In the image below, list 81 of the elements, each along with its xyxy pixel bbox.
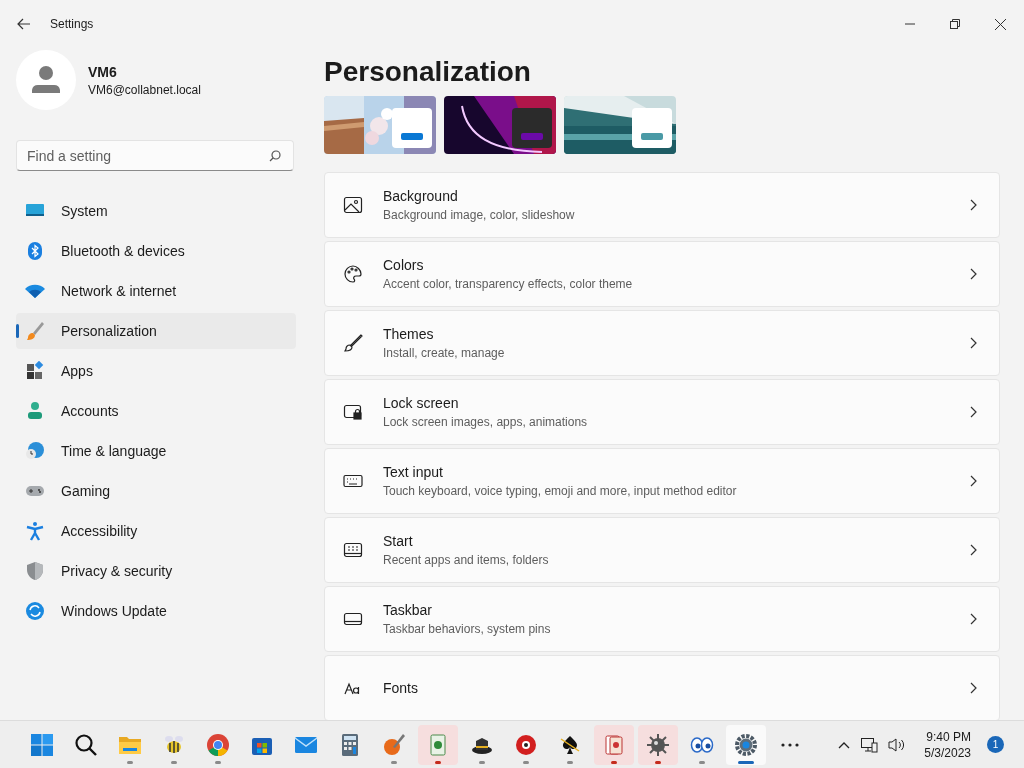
network-icon[interactable] — [860, 736, 879, 753]
avatar-icon — [16, 50, 76, 110]
settings-card[interactable]: Colors Accent color, transparency effects, color theme — [324, 241, 1000, 307]
person-icon — [25, 401, 45, 421]
chevron-icon — [970, 475, 977, 487]
clock-globe-icon — [25, 441, 45, 461]
user-email: VM6@collabnet.local — [88, 82, 201, 97]
nav-item[interactable]: Bluetooth & devices — [16, 233, 296, 269]
browser-icon — [206, 732, 230, 757]
taskbar-button[interactable] — [638, 724, 678, 765]
nav-item[interactable]: Privacy & security — [16, 553, 296, 589]
chevron-icon — [970, 682, 977, 694]
notification-badge[interactable]: 1 — [987, 736, 1004, 753]
taskbar-button[interactable] — [726, 724, 766, 765]
settings-card[interactable]: Start Recent apps and items, folders — [324, 517, 1000, 583]
palette-icon — [343, 264, 363, 284]
nav-item[interactable]: Accounts — [16, 393, 296, 429]
search-field[interactable]: Find a setting — [16, 140, 294, 171]
card-description: Install, create, manage — [383, 346, 506, 360]
mine-icon — [646, 732, 670, 757]
card-description: Recent apps and items, folders — [383, 553, 550, 567]
restore-icon[interactable] — [950, 19, 960, 29]
paintbrush-icon — [382, 732, 406, 757]
volume-icon[interactable] — [888, 736, 907, 753]
paintbrush-icon — [25, 321, 45, 341]
ball-icon — [514, 732, 538, 757]
user-name: VM6 — [88, 63, 118, 80]
chevron-icon — [970, 337, 977, 349]
accessibility-icon — [25, 521, 45, 541]
card-description: Lock screen images, apps, animations — [383, 415, 589, 429]
settings-card[interactable]: Text input Touch keyboard, voice typing, emoji and more, input method editor — [324, 448, 1000, 514]
shield-icon — [25, 561, 45, 581]
nav-item[interactable]: Personalization — [16, 313, 296, 349]
nav-item[interactable]: Apps — [16, 353, 296, 389]
chevron-icon — [970, 544, 977, 556]
card-description: Accent color, transparency effects, color theme — [383, 277, 634, 291]
nav-item[interactable]: System — [16, 193, 296, 229]
card-title: Colors — [383, 257, 425, 273]
clock[interactable]: 9:40 PM 5/3/2023 — [924, 728, 971, 761]
apps-icon — [25, 361, 45, 381]
card-title: Fonts — [383, 680, 419, 696]
settings-icon — [734, 732, 758, 757]
card-title: Start — [383, 533, 414, 549]
chevron-icon — [970, 406, 977, 418]
nav-item[interactable]: Accessibility — [16, 513, 296, 549]
settings-card[interactable]: Lock screen Lock screen images, apps, animations — [324, 379, 1000, 445]
brush-icon — [343, 333, 363, 353]
card-title: Text input — [383, 464, 444, 480]
chevron-up-icon[interactable] — [838, 740, 851, 749]
start-menu-icon — [343, 540, 363, 560]
window-title: Settings — [50, 17, 94, 31]
settings-card[interactable]: Themes Install, create, manage — [324, 310, 1000, 376]
settings-card[interactable]: Background Background image, color, slideshow — [324, 172, 1000, 238]
refresh-icon — [25, 601, 45, 621]
playing-card-icon — [602, 732, 626, 757]
chevron-icon — [970, 268, 977, 280]
settings-card[interactable]: Taskbar Taskbar behaviors, system pins — [324, 586, 1000, 652]
card-description: Taskbar behaviors, system pins — [383, 622, 552, 636]
chevron-icon — [970, 613, 977, 625]
card-title: Themes — [383, 326, 435, 342]
settings-card[interactable]: Fonts — [324, 655, 1000, 720]
page-title: Personalization — [324, 56, 532, 88]
card-title: Background — [383, 188, 459, 204]
more-icon — [781, 742, 799, 747]
lock-screen-icon — [343, 402, 363, 422]
nav-item[interactable]: Windows Update — [16, 593, 296, 629]
search-icon — [74, 732, 98, 757]
card-title: Lock screen — [383, 395, 460, 411]
card-title: Taskbar — [383, 602, 434, 618]
card-description: Background image, color, slideshow — [383, 208, 576, 222]
image-icon — [343, 195, 363, 215]
nav-item[interactable]: Gaming — [16, 473, 296, 509]
back-icon[interactable] — [17, 18, 31, 30]
card-description: Touch keyboard, voice typing, emoji and more, input method editor — [383, 484, 738, 498]
chevron-icon — [970, 199, 977, 211]
nav-item[interactable]: Time & language — [16, 433, 296, 469]
close-icon[interactable] — [995, 18, 1006, 30]
search-icon — [269, 150, 281, 162]
nav-item[interactable]: Network & internet — [16, 273, 296, 309]
windows-logo-icon — [30, 732, 54, 757]
bluetooth-icon — [25, 241, 45, 261]
